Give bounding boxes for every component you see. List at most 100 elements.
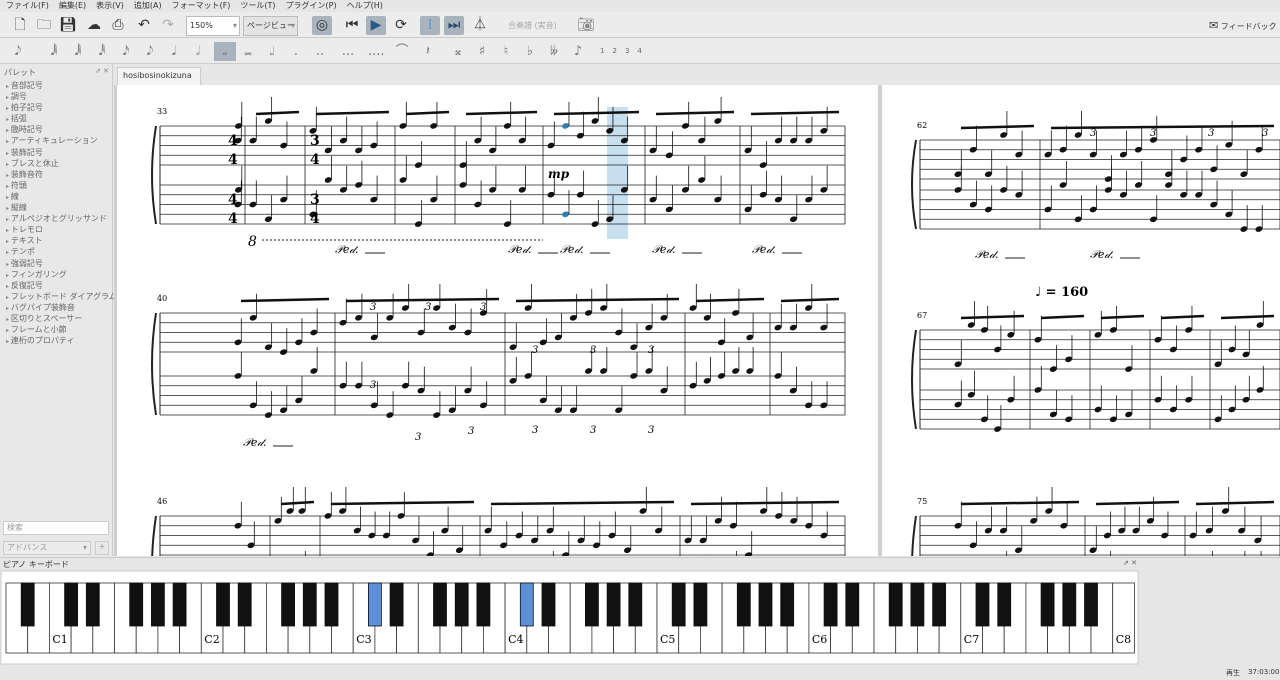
play-icon[interactable]: ▶ — [366, 16, 386, 35]
workspace-select[interactable]: アドバンス ▾ — [3, 541, 91, 555]
duration-1024-icon[interactable]: 𝅘𝅥𝅲 — [46, 42, 62, 61]
double-sharp-icon[interactable]: 𝄪 — [450, 42, 466, 61]
score-canvas[interactable]: 33 40 46 62 67 75 4 4 4 4 3 4 3 4 mp 8 ♩ = 160 𝒫𝑒𝒹. 𝒫𝑒𝒹. 𝒫𝑒… — [114, 85, 1280, 556]
black-key-Csharp5[interactable] — [671, 582, 686, 627]
view-mode-select[interactable]: ページビュー ▾ — [243, 16, 298, 36]
black-key-Csharp4[interactable] — [519, 582, 534, 627]
midi-input-icon[interactable]: ◎ — [312, 16, 332, 35]
palette-item[interactable]: ブレスと休止 — [0, 159, 112, 170]
black-key-Csharp2[interactable] — [216, 582, 230, 627]
palette-item[interactable]: フィンガリング — [0, 270, 112, 281]
palette-item[interactable]: アーティキュレーション — [0, 136, 112, 147]
score-tab[interactable]: hosibosinokizuna ✕ — [117, 67, 201, 96]
menu-item[interactable]: 表示(V) — [96, 0, 124, 12]
black-key-Dsharp4[interactable] — [541, 582, 556, 627]
note-input-icon[interactable]: 𝅘𝅥𝅮 — [10, 42, 26, 61]
triple-dot-icon[interactable]: ... — [340, 42, 356, 61]
quad-dot-icon[interactable]: .... — [368, 42, 385, 61]
black-key-Gsharp1[interactable] — [150, 582, 165, 627]
black-key-Dsharp3[interactable] — [389, 582, 404, 627]
black-key-Gsharp4[interactable] — [606, 582, 621, 627]
menu-item[interactable]: フォーマット(F) — [172, 0, 231, 12]
sharp-icon[interactable]: ♯ — [474, 42, 490, 61]
palette-item[interactable]: 音部記号 — [0, 81, 112, 92]
duration-breve-icon[interactable]: 𝅜 — [240, 42, 256, 61]
palette-item[interactable]: 連桁のプロパティ — [0, 336, 112, 347]
black-key-Dsharp7[interactable] — [997, 582, 1012, 627]
palette-search-input[interactable]: 検索 — [3, 521, 109, 535]
black-key-Csharp3[interactable] — [367, 582, 382, 627]
palette-item[interactable]: 調号 — [0, 92, 112, 103]
black-key-Asharp5[interactable] — [780, 582, 795, 627]
redo-icon[interactable]: ↷ — [158, 16, 178, 35]
palette-item[interactable]: テキスト — [0, 236, 112, 247]
flip-direction-icon[interactable]: ♪ — [570, 42, 586, 61]
palette-item[interactable]: 反復記号 — [0, 281, 112, 292]
black-key-Gsharp7[interactable] — [1062, 582, 1077, 627]
duration-64th-icon[interactable]: 𝅘𝅥𝅲 — [70, 42, 86, 61]
black-key-Fsharp7[interactable] — [1040, 582, 1055, 627]
palette-item[interactable]: 符頭 — [0, 181, 112, 192]
duration-eighth-icon[interactable]: 𝅘𝅥𝅮 — [142, 42, 158, 61]
black-key-Fsharp1[interactable] — [129, 582, 144, 627]
duration-whole-icon[interactable]: 𝅝 — [214, 42, 236, 61]
double-flat-icon[interactable]: 𝄫 — [546, 42, 562, 61]
print-icon[interactable]: ⎙ — [108, 16, 128, 35]
palette-item[interactable]: テンポ — [0, 247, 112, 258]
double-dot-icon[interactable]: .. — [312, 42, 328, 61]
black-key-Asharp0[interactable] — [20, 582, 35, 627]
black-key-Dsharp5[interactable] — [693, 582, 708, 627]
black-key-Csharp1[interactable] — [64, 582, 78, 627]
loop-in-icon[interactable]: ⁞ — [420, 16, 440, 35]
panel-float-close-icons[interactable]: ⇗ ✕ — [1123, 559, 1137, 567]
black-key-Fsharp4[interactable] — [585, 582, 599, 627]
black-key-Fsharp3[interactable] — [433, 582, 447, 627]
rewind-icon[interactable]: ⏮ — [342, 16, 362, 35]
black-key-Fsharp6[interactable] — [888, 582, 903, 627]
voice-3-button[interactable]: 3 — [625, 47, 629, 55]
duration-half-icon[interactable]: 𝅗𝅥 — [190, 42, 206, 61]
zoom-select[interactable]: 150% ▾ — [186, 16, 240, 36]
black-key-Asharp4[interactable] — [628, 582, 643, 627]
black-key-Gsharp5[interactable] — [758, 582, 773, 627]
piano-keyboard[interactable]: C1 C2 C3 C4 C5 C6 C7 C8 — [0, 570, 1140, 665]
save-icon[interactable]: 💾︎ — [58, 16, 78, 35]
palette-item[interactable]: バグパイプ装飾音 — [0, 303, 112, 314]
float-close-icons[interactable]: ⇗ ✕ — [95, 67, 109, 75]
black-key-Asharp2[interactable] — [324, 582, 339, 627]
tie-icon[interactable]: ⌒ — [394, 42, 410, 61]
menu-item[interactable]: ツール(T) — [240, 0, 275, 12]
black-key-Asharp6[interactable] — [932, 582, 946, 627]
palette-item[interactable]: 括弧 — [0, 114, 112, 125]
black-key-Asharp3[interactable] — [476, 582, 491, 627]
duration-longa-icon[interactable]: 𝆷 — [264, 42, 280, 61]
menu-item[interactable]: 編集(E) — [59, 0, 86, 12]
black-key-Gsharp3[interactable] — [454, 582, 469, 627]
play-repeats-icon[interactable]: ⏭ — [444, 16, 464, 35]
palette-item[interactable]: 強弱記号 — [0, 259, 112, 270]
metronome-icon[interactable]: ⏃ — [470, 16, 490, 35]
black-key-Dsharp6[interactable] — [845, 582, 860, 627]
palette-item[interactable]: 拍子記号 — [0, 103, 112, 114]
palette-item[interactable]: フレットボード ダイアグラム — [0, 292, 117, 303]
voice-4-button[interactable]: 4 — [637, 47, 641, 55]
black-key-Fsharp5[interactable] — [736, 582, 751, 627]
concert-pitch-button[interactable]: 合奏譜 (実音) — [508, 20, 557, 31]
camera-icon[interactable]: 📷︎ — [576, 16, 596, 35]
palette-item[interactable]: トレモロ — [0, 225, 112, 236]
upload-cloud-icon[interactable]: ☁ — [84, 16, 104, 35]
voice-1-button[interactable]: 1 — [600, 47, 604, 55]
score-svg[interactable]: 33404662677544443434mp8♩ = 160𝒫𝑒𝒹. 𝒫𝑒𝒹. 𝒫𝑒… — [114, 85, 1280, 556]
black-key-Asharp7[interactable] — [1084, 582, 1098, 627]
black-key-Gsharp2[interactable] — [302, 582, 317, 627]
black-key-Asharp1[interactable] — [172, 582, 187, 627]
menu-item[interactable]: 追加(A) — [134, 0, 162, 12]
undo-icon[interactable]: ↶ — [134, 16, 154, 35]
palette-item[interactable]: 線 — [0, 192, 112, 203]
natural-icon[interactable]: ♮ — [498, 42, 514, 61]
open-folder-icon[interactable]: 🗀 — [34, 16, 54, 35]
voice-2-button[interactable]: 2 — [612, 47, 616, 55]
add-workspace-button[interactable]: + — [95, 541, 109, 555]
dot-icon[interactable]: . — [288, 42, 304, 61]
menu-item[interactable]: プラグイン(P) — [286, 0, 337, 12]
